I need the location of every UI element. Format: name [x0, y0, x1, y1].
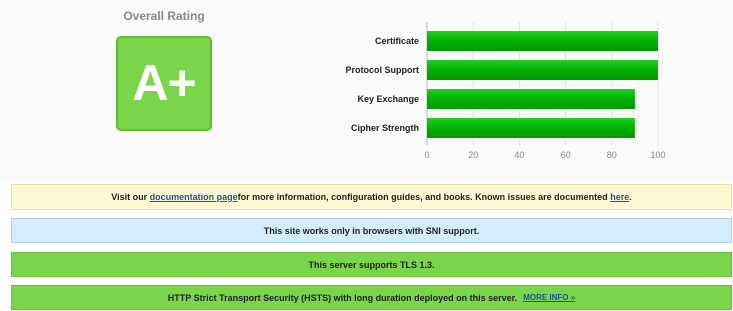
x-tick-label: 100 — [650, 150, 665, 160]
x-tick-label: 60 — [561, 150, 571, 160]
documentation-notice: Visit our documentation page for more in… — [11, 184, 732, 210]
documentation-page-link[interactable]: documentation page — [150, 192, 238, 202]
sni-notice: This site works only in browsers with SN… — [11, 218, 732, 243]
rating-bar-chart: 0 20 40 60 80 100 Certificate Protocol Support K… — [346, 22, 666, 160]
docs-notice-prefix: Visit our — [111, 192, 148, 202]
category-label: Key Exchange — [357, 94, 419, 104]
category-label: Cipher Strength — [351, 123, 419, 133]
known-issues-link[interactable]: here — [610, 192, 629, 202]
x-tick-label: 20 — [468, 150, 478, 160]
tls13-notice: This server supports TLS 1.3. — [11, 252, 732, 277]
bar-protocol-support — [427, 60, 658, 80]
summary-panel: Overall Rating A+ 0 20 40 60 80 100 Certificat… — [0, 0, 733, 180]
docs-notice-suffix: . — [629, 192, 632, 202]
category-label: Certificate — [375, 36, 419, 46]
sni-notice-text: This site works only in browsers with SN… — [263, 225, 480, 236]
more-info-link[interactable]: MORE INFO » — [523, 293, 575, 302]
tls13-notice-text: This server supports TLS 1.3. — [308, 259, 435, 270]
hsts-notice-text: HTTP Strict Transport Security (HSTS) wi… — [167, 292, 518, 303]
x-tick-label: 80 — [607, 150, 617, 160]
hsts-notice: HTTP Strict Transport Security (HSTS) wi… — [11, 285, 732, 310]
bar-cipher-strength — [427, 118, 635, 138]
x-tick-label: 40 — [514, 150, 524, 160]
docs-notice-middle: for more information, configuration guid… — [237, 192, 608, 202]
bar-certificate — [427, 31, 658, 51]
x-tick-label: 0 — [424, 150, 429, 160]
category-label: Protocol Support — [346, 65, 420, 75]
bar-key-exchange — [427, 89, 635, 109]
